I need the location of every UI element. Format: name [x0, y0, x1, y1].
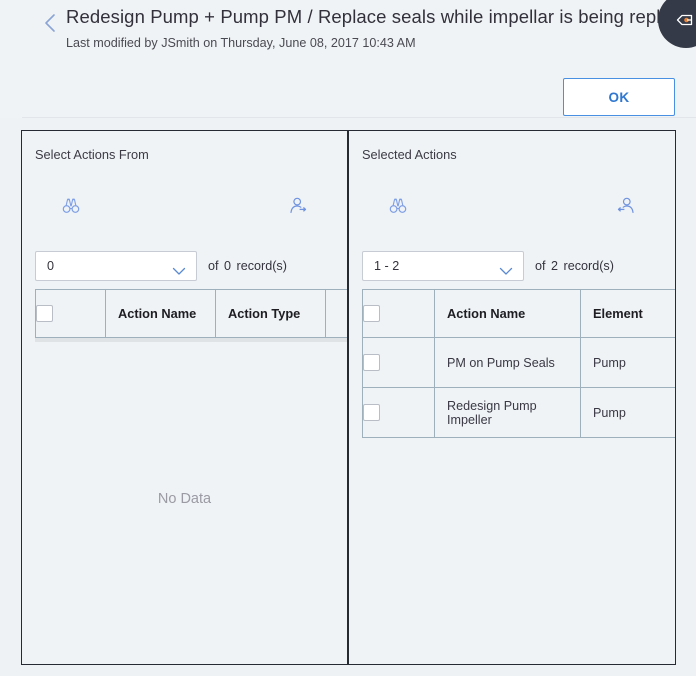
left-page-range-select[interactable]: 0: [35, 251, 197, 281]
dual-list-panels: Select Actions From 0 of 0 record(s) Act…: [21, 130, 676, 665]
select-all-checkbox[interactable]: [36, 305, 53, 323]
chevron-down-icon: [172, 263, 186, 281]
left-of-label: of: [208, 259, 219, 273]
available-actions-panel: Select Actions From 0 of 0 record(s) Act…: [21, 130, 348, 665]
binoculars-icon[interactable]: [383, 191, 413, 221]
table-header-row: Action Name Action Type: [35, 289, 347, 338]
selected-actions-panel: Selected Actions 1 - 2 of 2 record(s) Ac…: [348, 130, 676, 665]
person-arrow-right-icon[interactable]: [283, 191, 313, 221]
left-panel-toolbar: [22, 191, 347, 225]
left-actions-grid: Action Name Action Type: [35, 289, 347, 342]
binoculars-icon[interactable]: [56, 191, 86, 221]
person-arrow-left-icon[interactable]: [611, 191, 641, 221]
last-modified-text: Last modified by JSmith on Thursday, Jun…: [66, 36, 416, 50]
right-panel-toolbar: [349, 191, 675, 225]
row-checkbox[interactable]: [363, 354, 380, 371]
table-row[interactable]: Redesign Pump Impeller Pump: [362, 387, 675, 438]
cell-element: Pump: [580, 387, 675, 438]
column-header-action-name[interactable]: Action Name: [434, 289, 581, 338]
column-header-action-name[interactable]: Action Name: [105, 289, 216, 338]
select-all-header: [35, 289, 106, 338]
left-empty-message: No Data: [157, 491, 212, 507]
ok-button[interactable]: OK: [563, 78, 675, 116]
column-header-element[interactable]: Element: [580, 289, 675, 338]
column-header-overflow[interactable]: [325, 289, 347, 338]
right-actions-grid: Action Name Element PM on Pump Seals Pum…: [362, 289, 675, 438]
table-row[interactable]: PM on Pump Seals Pump: [362, 337, 675, 388]
grid-header-shadow: [35, 338, 347, 342]
left-pager: 0 of 0 record(s): [35, 251, 287, 281]
right-page-range-value: 1 - 2: [374, 259, 400, 273]
select-all-checkbox[interactable]: [363, 305, 380, 323]
right-pager: 1 - 2 of 2 record(s): [362, 251, 614, 281]
left-records-label: record(s): [236, 259, 287, 273]
row-checkbox[interactable]: [363, 404, 380, 421]
select-all-header: [362, 289, 435, 338]
right-record-total: 2: [551, 259, 559, 273]
right-records-label: record(s): [563, 259, 614, 273]
row-select-cell: [362, 387, 435, 438]
right-of-label: of: [535, 259, 546, 273]
table-header-row: Action Name Element: [362, 289, 675, 338]
page-header: Redesign Pump + Pump PM / Replace seals …: [0, 0, 696, 118]
cell-element: Pump: [580, 337, 675, 388]
right-record-count: of 2 record(s): [535, 259, 614, 273]
left-panel-title: Select Actions From: [35, 147, 149, 162]
row-select-cell: [362, 337, 435, 388]
chevron-left-icon[interactable]: [40, 10, 62, 36]
chevron-down-icon: [499, 263, 513, 281]
cell-action-name: Redesign Pump Impeller: [434, 387, 581, 438]
left-record-total: 0: [224, 259, 232, 273]
left-record-count: of 0 record(s): [208, 259, 287, 273]
left-page-range-value: 0: [47, 259, 55, 273]
cell-action-name: PM on Pump Seals: [434, 337, 581, 388]
column-header-action-type[interactable]: Action Type: [215, 289, 326, 338]
right-panel-title: Selected Actions: [362, 147, 457, 162]
eye-arrow-icon[interactable]: [658, 0, 696, 48]
page-title: Redesign Pump + Pump PM / Replace seals …: [66, 6, 696, 27]
right-page-range-select[interactable]: 1 - 2: [362, 251, 524, 281]
header-divider: [22, 117, 696, 118]
